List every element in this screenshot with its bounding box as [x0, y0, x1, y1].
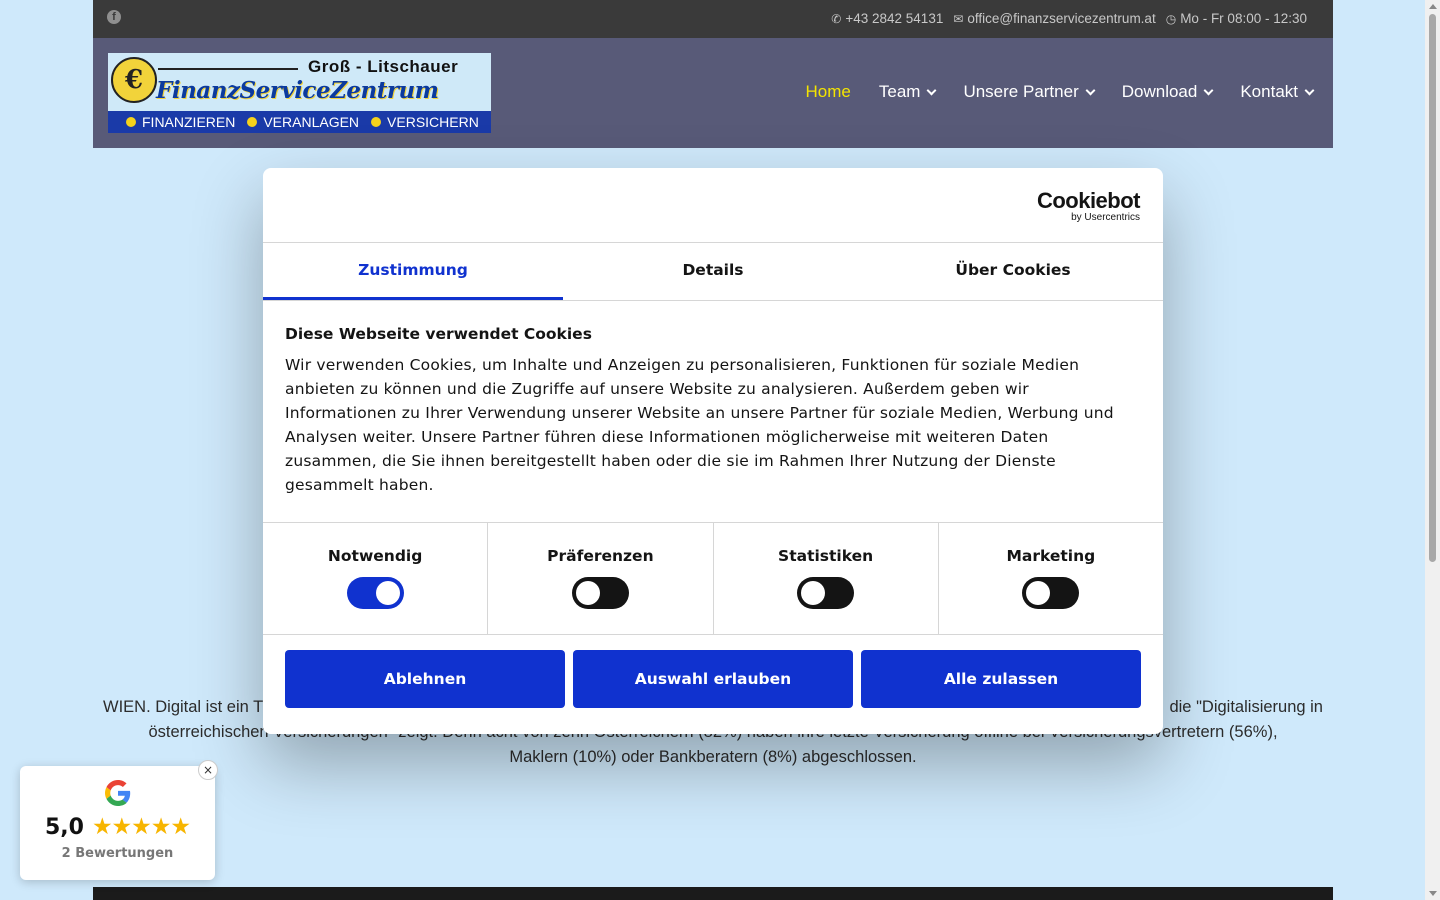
toggle-label: Marketing — [1006, 547, 1096, 565]
switch-knob — [801, 581, 826, 605]
phone-text: +43 2842 54131 — [845, 11, 944, 26]
chevron-down-icon — [927, 85, 937, 95]
logo-top-text: Groß - Litschauer — [308, 57, 459, 76]
switch-knob — [375, 581, 400, 605]
review-count: 2 Bewertungen — [61, 846, 174, 861]
nav-item-partner[interactable]: Unsere Partner — [963, 82, 1096, 102]
nav-item-home[interactable]: Home — [806, 82, 851, 102]
cookiebot-name: Cookiebot — [1036, 188, 1141, 213]
scroll-thumb[interactable] — [1429, 14, 1436, 562]
nav-label: Home — [805, 82, 851, 101]
article-line-3: Maklern (10%) oder Bankberatern (8%) abg… — [509, 748, 917, 766]
article-line-1-right: die "Digitalisierung in — [1169, 698, 1323, 716]
switch-knob — [575, 581, 600, 605]
toggle-statistiken: Statistiken — [714, 523, 939, 634]
dialog-text: Wir verwenden Cookies, um Inhalte und An… — [285, 356, 1114, 494]
scrollbar[interactable] — [1425, 0, 1440, 900]
chevron-down-icon — [1304, 85, 1315, 95]
euro-coin-icon: € — [111, 57, 157, 103]
decline-button[interactable]: Ablehnen — [285, 650, 565, 708]
tab-zustimmung[interactable]: Zustimmung — [263, 243, 563, 300]
toggle-notwendig: Notwendig — [263, 523, 489, 634]
scroll-up-icon[interactable] — [1429, 4, 1437, 9]
scroll-down-icon[interactable] — [1429, 891, 1437, 896]
logo-tagline: FINANZIEREN VERANLAGEN VERSICHERN — [108, 111, 491, 133]
logo-line — [158, 68, 298, 70]
allow-selection-button[interactable]: Auswahl erlauben — [573, 650, 853, 708]
dialog-body: Diese Webseite verwendet Cookies Wir ver… — [263, 301, 1163, 523]
cookiebot-sub: by Usercentrics — [1071, 212, 1140, 223]
tagline-item: VERSICHERN — [371, 114, 479, 130]
close-icon[interactable]: × — [198, 760, 218, 780]
dialog-tabs: Zustimmung Details Über Cookies — [263, 243, 1163, 301]
envelope-icon: ✉ — [953, 11, 964, 26]
consent-toggles: Notwendig Präferenzen Statistiken Market… — [263, 523, 1163, 635]
nav-label: Download — [1121, 82, 1198, 101]
tagline-item: VERANLAGEN — [247, 114, 359, 130]
dialog-header: Cookiebot by Usercentrics — [263, 168, 1163, 243]
star-rating-icon: ★★★★★ — [91, 814, 191, 840]
marketing-switch[interactable] — [1022, 577, 1080, 609]
tagline-text: VERSICHERN — [387, 114, 479, 130]
nav-label: Unsere Partner — [963, 82, 1079, 101]
nav-item-kontakt[interactable]: Kontakt — [1240, 82, 1315, 102]
nav-item-team[interactable]: Team — [878, 82, 937, 102]
google-rating-widget[interactable]: × 5,0 ★★★★★ 2 Bewertungen — [20, 760, 218, 880]
toggle-marketing: Marketing — [939, 523, 1163, 634]
tagline-text: FINANZIEREN — [142, 114, 236, 130]
toggle-praeferenzen: Präferenzen — [488, 523, 714, 634]
logo[interactable]: € Groß - Litschauer FinanzServiceZentrum… — [108, 53, 491, 133]
phone-icon: ✆ — [831, 11, 842, 26]
cookiebot-logo[interactable]: Cookiebot by Usercentrics — [1036, 188, 1141, 224]
site-header: € Groß - Litschauer FinanzServiceZentrum… — [93, 38, 1333, 148]
cookie-consent-dialog: Cookiebot by Usercentrics Zustimmung Det… — [263, 168, 1163, 734]
tagline-text: VERANLAGEN — [263, 114, 360, 130]
logo-main-text: FinanzServiceZentrum — [156, 77, 439, 104]
nav-label: Kontakt — [1240, 82, 1298, 101]
nav-item-download[interactable]: Download — [1121, 82, 1214, 102]
main-nav: Home Team Unsere Partner Download Kontak… — [806, 82, 1315, 102]
chevron-down-icon — [1203, 85, 1214, 95]
toggle-label: Statistiken — [778, 547, 874, 565]
allow-all-button[interactable]: Alle zulassen — [861, 650, 1141, 708]
footer — [93, 887, 1333, 900]
statistiken-switch[interactable] — [797, 577, 855, 609]
phone-info[interactable]: ✆ +43 2842 54131 — [831, 11, 943, 26]
rating-row: 5,0 ★★★★★ — [20, 814, 215, 840]
toggle-label: Notwendig — [327, 547, 423, 565]
switch-knob — [1026, 581, 1051, 605]
facebook-icon[interactable]: f — [107, 10, 121, 24]
dialog-heading: Diese Webseite verwendet Cookies — [285, 325, 592, 343]
chevron-down-icon — [1085, 85, 1096, 95]
toggle-label: Präferenzen — [547, 547, 654, 565]
clock-icon: ◷ — [1165, 11, 1177, 26]
praeferenzen-switch[interactable] — [571, 577, 629, 609]
notwendig-switch[interactable] — [346, 577, 404, 609]
nav-label: Team — [878, 82, 921, 101]
google-logo-icon — [20, 780, 215, 808]
email-info[interactable]: ✉ office@finanzservicezentrum.at — [953, 11, 1155, 26]
tagline-item: FINANZIEREN — [126, 114, 235, 130]
rating-score: 5,0 — [44, 814, 84, 840]
top-bar: f ✆ +43 2842 54131 ✉ office@finanzservicez… — [93, 0, 1333, 38]
email-text: office@finanzservicezentrum.at — [967, 11, 1156, 26]
dialog-actions: Ablehnen Auswahl erlauben Alle zulassen — [263, 635, 1163, 723]
article-line-1-left: WIEN. Digital ist ein T — [103, 698, 264, 716]
tab-details[interactable]: Details — [563, 243, 863, 300]
hours-info: ◷ Mo - Fr 08:00 - 12:30 — [1166, 11, 1307, 26]
tab-ueber-cookies[interactable]: Über Cookies — [863, 243, 1163, 300]
contact-info: ✆ +43 2842 54131 ✉ office@finanzservicezen… — [831, 11, 1307, 26]
hours-text: Mo - Fr 08:00 - 12:30 — [1180, 11, 1307, 26]
